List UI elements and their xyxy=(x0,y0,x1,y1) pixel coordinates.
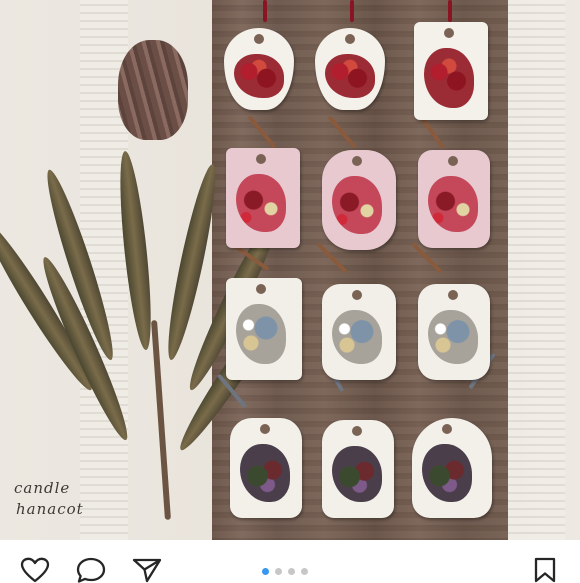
carousel-dot xyxy=(275,568,282,575)
wax-sachet-tag xyxy=(322,284,396,380)
wax-sachet-tag xyxy=(226,148,300,248)
ribbon xyxy=(448,0,452,22)
tag-hole xyxy=(448,156,458,166)
lace-doily xyxy=(505,0,565,540)
carousel-dot xyxy=(301,568,308,575)
save-button[interactable] xyxy=(528,557,562,583)
wax-sachet-tag xyxy=(322,150,396,250)
dried-flower-arrangement xyxy=(424,48,474,108)
tag-hole xyxy=(260,424,270,434)
tag-hole xyxy=(345,34,355,44)
heart-outline-icon xyxy=(20,557,50,583)
tag-hole xyxy=(442,424,452,434)
wax-sachet-tag xyxy=(414,22,488,120)
dried-protea-flower xyxy=(0,20,302,520)
dried-flower-arrangement xyxy=(332,176,382,234)
tag-hole xyxy=(352,290,362,300)
wax-sachet-tag xyxy=(418,284,490,380)
watermark-line: candle xyxy=(14,479,71,497)
wax-sachet-tag xyxy=(412,418,492,518)
wax-sachet-tag xyxy=(224,28,294,110)
share-button[interactable] xyxy=(130,557,164,583)
dried-flower-arrangement xyxy=(428,310,478,364)
tag-hole xyxy=(256,284,266,294)
paper-plane-icon xyxy=(132,558,162,583)
protea-head xyxy=(118,40,188,140)
carousel-dot-active xyxy=(262,568,269,575)
photo-watermark: candle hanacot xyxy=(14,478,124,520)
wax-sachet-tag xyxy=(418,150,490,248)
tag-hole xyxy=(352,156,362,166)
dried-flower-arrangement xyxy=(332,310,382,364)
dried-flower-arrangement xyxy=(236,304,286,364)
dried-flower-arrangement xyxy=(240,444,290,502)
bookmark-icon xyxy=(534,557,556,583)
ribbon xyxy=(263,0,267,22)
wax-sachet-tag xyxy=(226,278,302,380)
dried-flower-arrangement xyxy=(428,176,478,232)
ribbon xyxy=(350,0,354,22)
wax-sachet-tag xyxy=(315,28,385,110)
carousel-indicator xyxy=(262,568,308,575)
comment-button[interactable] xyxy=(74,557,108,583)
like-button[interactable] xyxy=(18,557,52,583)
tag-hole xyxy=(254,34,264,44)
carousel-dot xyxy=(288,568,295,575)
wax-sachet-tag xyxy=(322,420,394,518)
dried-flower-arrangement xyxy=(422,444,472,502)
dried-flower-arrangement xyxy=(332,446,382,502)
tag-hole xyxy=(444,28,454,38)
tag-hole xyxy=(256,154,266,164)
comment-bubble-icon xyxy=(76,557,106,583)
tag-hole xyxy=(352,426,362,436)
wax-sachet-tag xyxy=(230,418,302,518)
dried-flower-arrangement xyxy=(234,54,284,98)
post-photo[interactable]: candle hanacot xyxy=(0,0,580,540)
watermark-line: hanacot xyxy=(16,500,84,518)
dried-flower-arrangement xyxy=(325,54,375,98)
tag-hole xyxy=(448,290,458,300)
dried-flower-arrangement xyxy=(236,174,286,232)
